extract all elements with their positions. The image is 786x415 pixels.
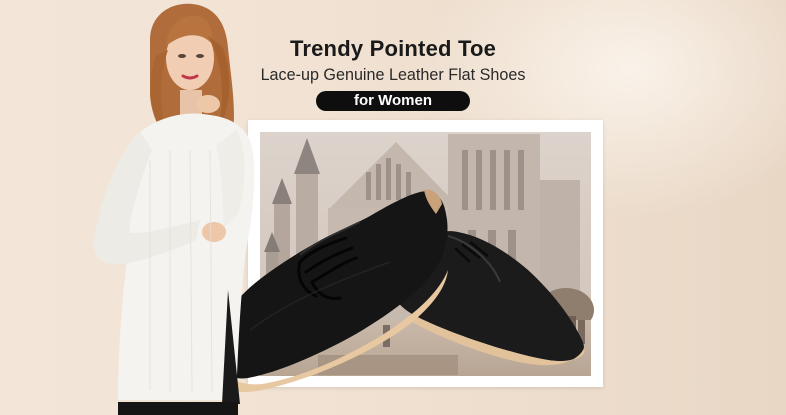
product-banner: Trendy Pointed Toe Lace-up Genuine Leath…	[0, 0, 786, 415]
headline-title: Trendy Pointed Toe	[289, 36, 497, 61]
headline-subtitle: Lace-up Genuine Leather Flat Shoes	[260, 65, 526, 84]
headline-block: Trendy Pointed Toe Lace-up Genuine Leath…	[238, 36, 548, 111]
audience-tag: for Women	[316, 91, 470, 111]
